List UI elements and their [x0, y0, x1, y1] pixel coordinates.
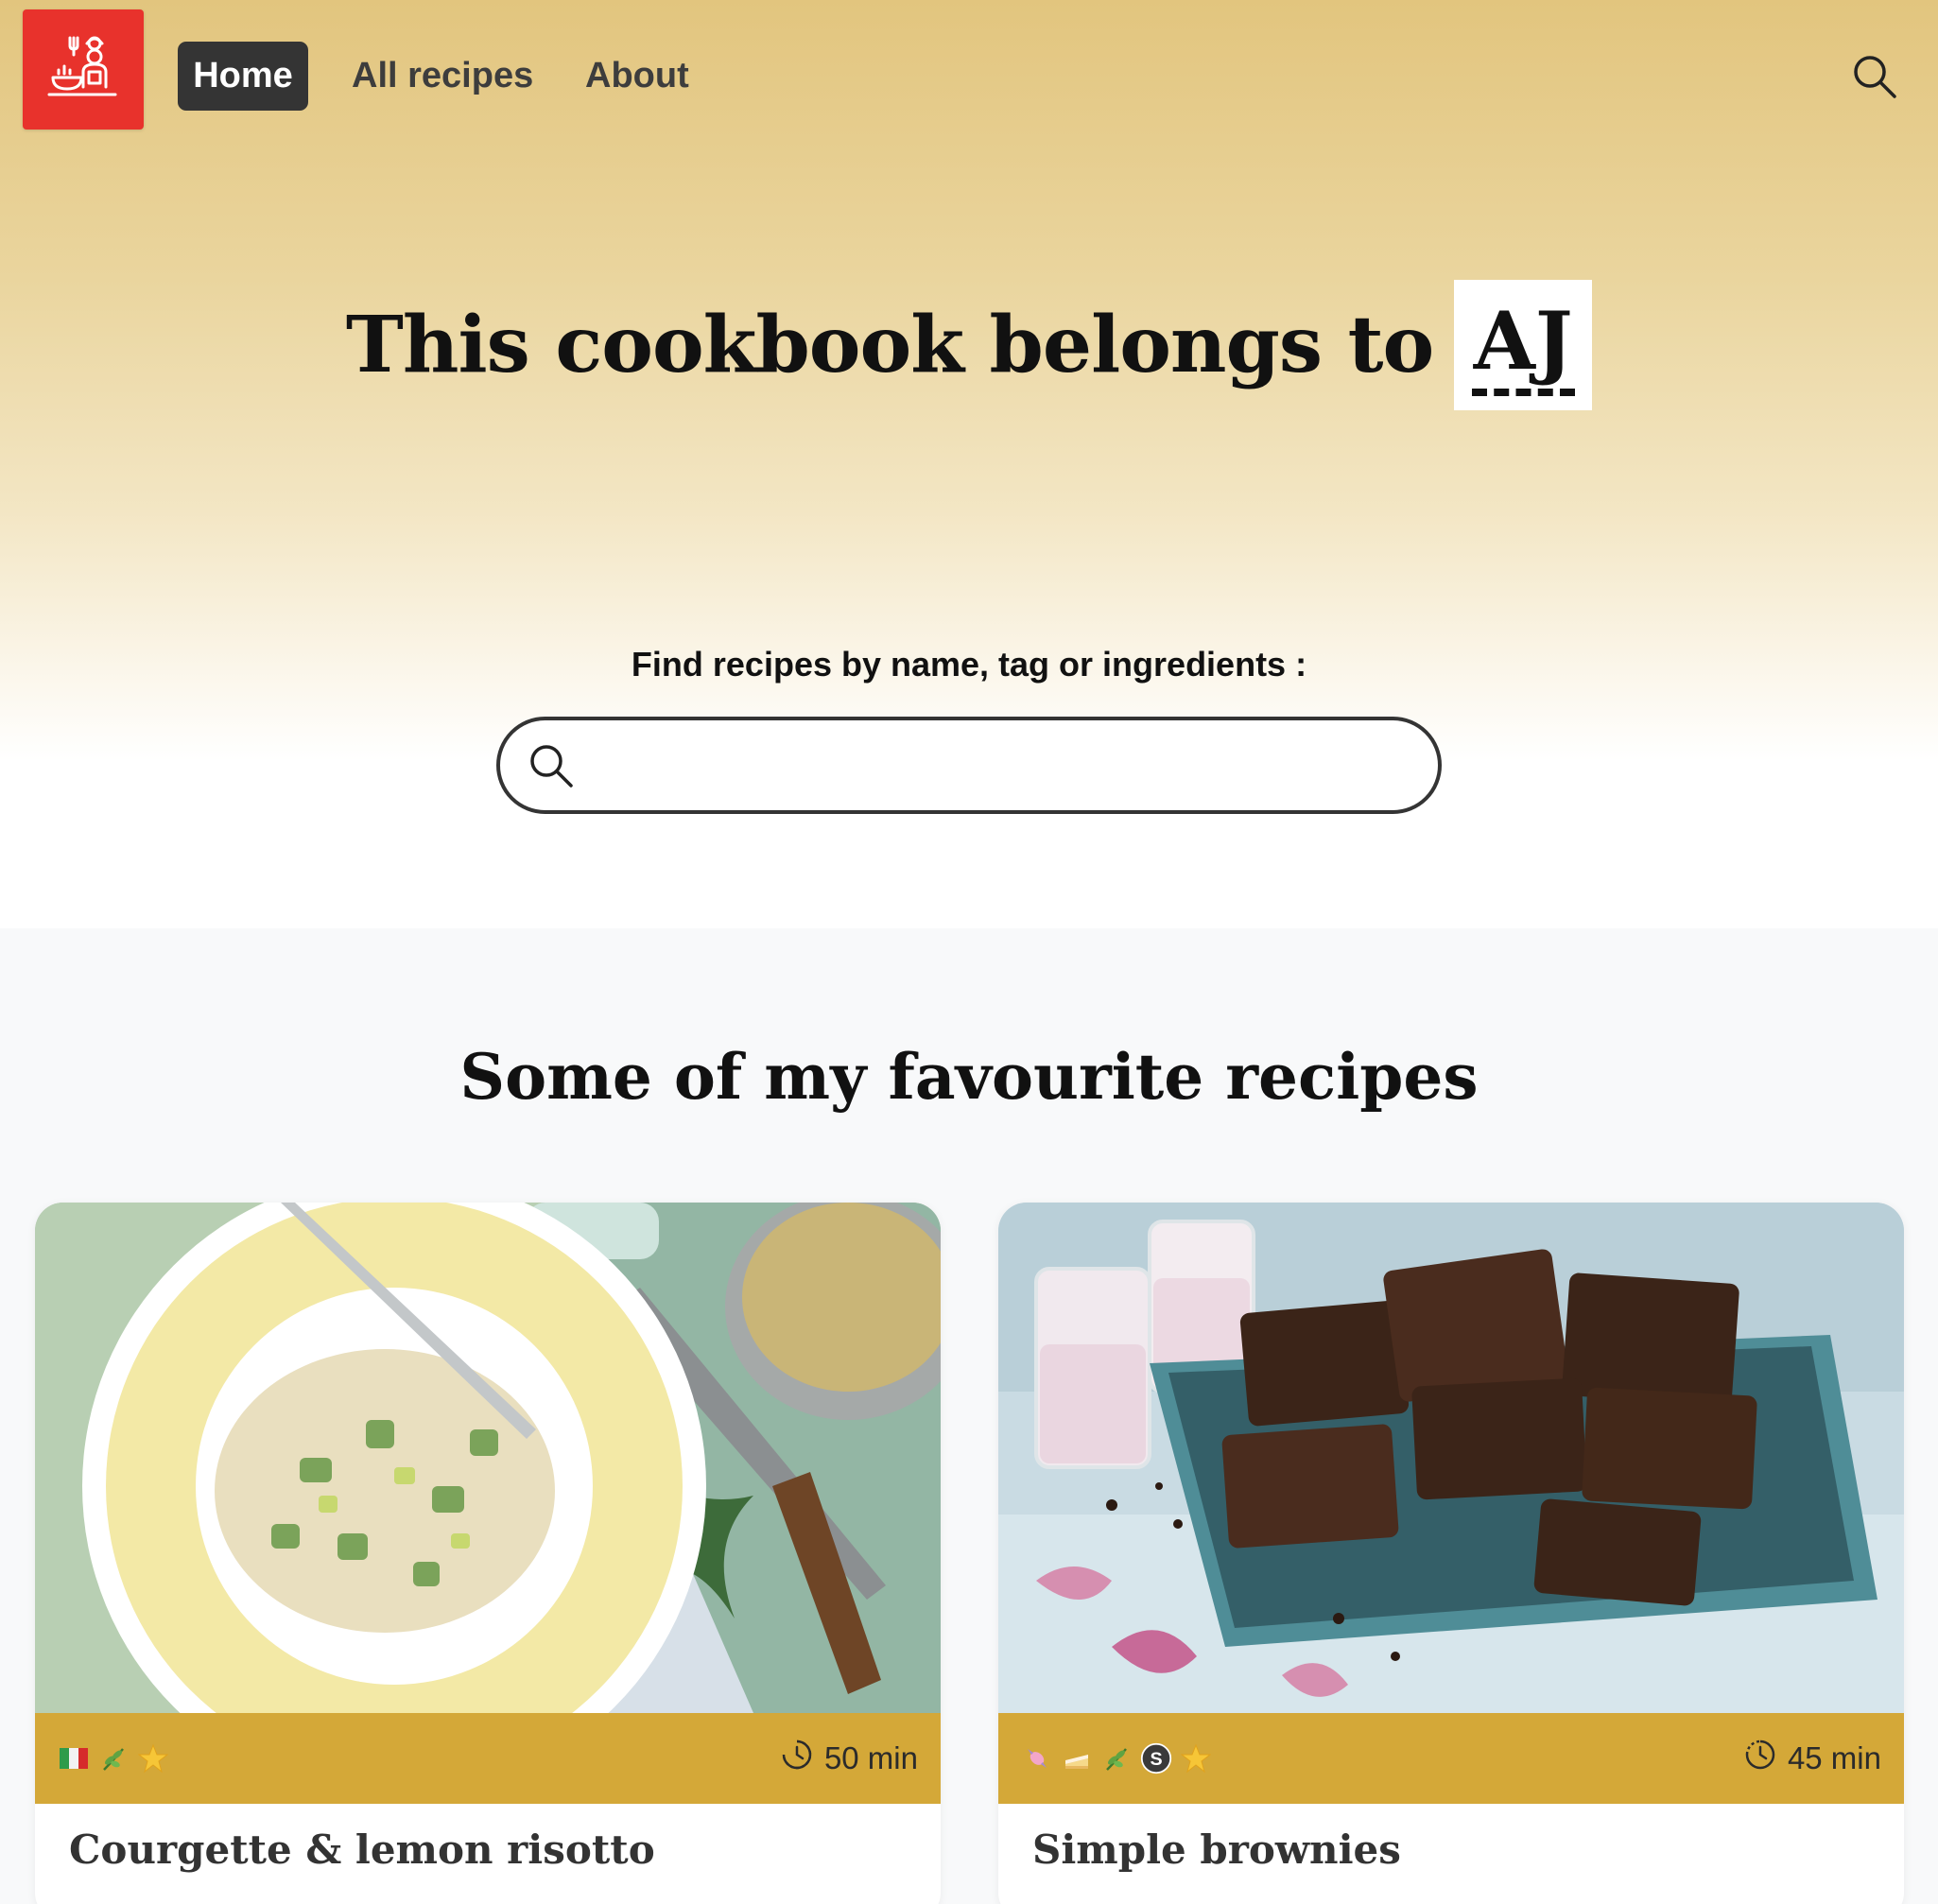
search-icon [527, 741, 576, 790]
cake-icon [1061, 1742, 1093, 1774]
favourites-title: Some of my favourite recipes [459, 1040, 1479, 1114]
recipe-card-brownies[interactable]: S 45 min Simple brownies [998, 1203, 1904, 1904]
italy-flag-icon [58, 1742, 90, 1774]
recipe-time: 45 min [1744, 1739, 1881, 1778]
brownies-photo [998, 1203, 1904, 1713]
nav-home[interactable]: Home [178, 42, 308, 111]
recipe-card-risotto[interactable]: 50 min Courgette & lemon risotto [35, 1203, 941, 1904]
recipe-name[interactable]: Simple brownies [1032, 1826, 1401, 1873]
nav-all-recipes[interactable]: All recipes [352, 42, 533, 111]
owner-name: AJ [1471, 294, 1575, 396]
hero-title: This cookbook belongs to AJ [0, 274, 1938, 416]
recipe-time: 50 min [781, 1739, 918, 1778]
nav-about[interactable]: About [585, 42, 689, 111]
clock-icon [781, 1739, 813, 1778]
recipe-tags [58, 1742, 781, 1774]
svg-text:S: S [1150, 1749, 1162, 1770]
recipe-time-text: 45 min [1787, 1740, 1881, 1775]
clock-icon [1744, 1739, 1776, 1778]
herb-icon [1100, 1742, 1133, 1774]
chef-logo-icon[interactable] [23, 9, 144, 130]
recipe-search-input[interactable] [591, 727, 1410, 804]
search-label: Find recipes by name, tag or ingredients… [631, 645, 1307, 684]
hero-title-text: This cookbook belongs to [345, 300, 1434, 390]
recipe-meta-bar: 50 min [35, 1713, 941, 1804]
recipe-meta-bar: S 45 min [998, 1713, 1904, 1804]
recipe-tags: S [1021, 1742, 1744, 1774]
herb-icon [97, 1742, 130, 1774]
star-icon [1180, 1742, 1212, 1774]
candy-icon [1021, 1742, 1053, 1774]
s-badge-icon: S [1140, 1742, 1172, 1774]
owner-name-box: AJ [1454, 280, 1593, 410]
risotto-photo [35, 1203, 941, 1713]
star-icon [137, 1742, 169, 1774]
recipe-name[interactable]: Courgette & lemon risotto [69, 1826, 655, 1873]
recipe-time-text: 50 min [823, 1740, 918, 1775]
recipe-search-box[interactable] [496, 717, 1442, 814]
search-icon[interactable] [1851, 53, 1898, 100]
